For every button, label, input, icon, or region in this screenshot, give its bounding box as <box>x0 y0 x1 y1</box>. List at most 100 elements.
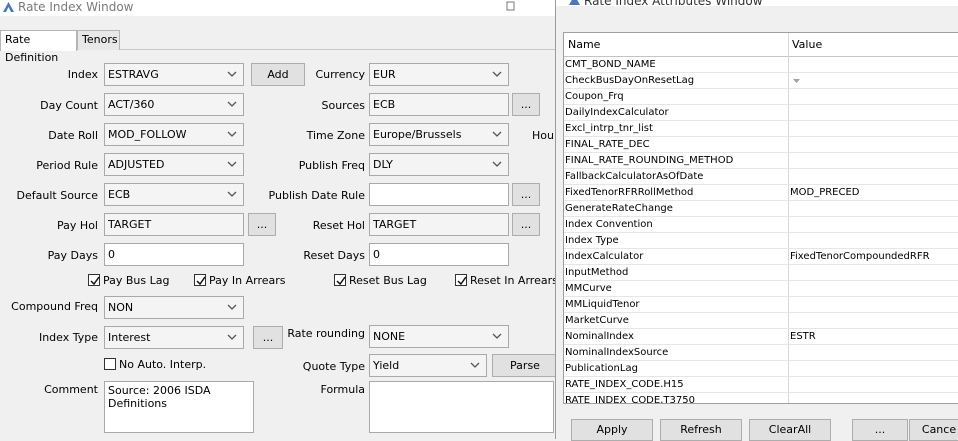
index-type-combo[interactable]: Interest <box>104 326 244 349</box>
table-row[interactable]: CMT_BOND_NAME <box>564 57 958 73</box>
pay-hol-value: TARGET <box>108 218 152 231</box>
tab-tenors[interactable]: Tenors <box>77 30 120 50</box>
default-source-label: Default Source <box>16 189 98 202</box>
pay-hol-field[interactable]: TARGET <box>104 213 244 236</box>
table-row[interactable]: CheckBusDayOnResetLag <box>564 73 958 89</box>
table-row[interactable]: IndexCalculator FixedTenorCompoundedRFR <box>564 249 958 265</box>
parse-button[interactable]: Parse <box>492 354 558 377</box>
table-row[interactable]: FixedTenorRFRRollMethod MOD_PRECED <box>564 185 958 201</box>
table-row[interactable]: PublicationLag <box>564 361 958 377</box>
index-combo[interactable]: ESTRAVG <box>104 63 244 86</box>
day-count-label: Day Count <box>40 99 98 112</box>
table-row[interactable]: DailyIndexCalculator <box>564 105 958 121</box>
reset-hol-label: Reset Hol <box>312 219 365 232</box>
chevron-down-icon <box>227 191 237 197</box>
pay-days-value: 0 <box>108 248 115 261</box>
default-source-combo[interactable]: ECB <box>104 183 244 206</box>
tab-rate-definition[interactable]: Rate Definition <box>0 30 77 64</box>
period-rule-label: Period Rule <box>36 159 98 172</box>
pay-in-arrears-checkbox[interactable]: Pay In Arrears <box>194 274 286 289</box>
pay-days-input[interactable]: 0 <box>104 243 244 266</box>
table-row[interactable]: FINAL_RATE_ROUNDING_METHOD <box>564 153 958 169</box>
column-header-name[interactable]: Name <box>568 38 600 51</box>
day-count-value: ACT/360 <box>108 98 155 111</box>
quote-type-combo[interactable]: Yield <box>369 354 487 377</box>
attribute-name-cell: MMCurve <box>565 283 612 294</box>
column-header-value[interactable]: Value <box>792 38 822 51</box>
sources-field[interactable]: ECB <box>369 93 509 116</box>
table-row[interactable]: MarketCurve <box>564 313 958 329</box>
table-row[interactable]: Index Type <box>564 233 958 249</box>
time-zone-combo[interactable]: Europe/Brussels <box>369 123 509 146</box>
dropdown-arrow-icon[interactable] <box>792 76 802 86</box>
table-row[interactable]: FallbackCalculatorAsOfDate <box>564 169 958 185</box>
table-row[interactable]: NominalIndex ESTR <box>564 329 958 345</box>
currency-combo[interactable]: EUR <box>369 63 509 86</box>
attribute-name-cell: MarketCurve <box>565 315 629 326</box>
chevron-down-icon <box>492 333 502 339</box>
rate-index-window: Rate Index Window Rate Definition Tenors… <box>0 0 560 439</box>
pay-hol-label: Pay Hol <box>57 219 98 232</box>
reset-hol-field[interactable]: TARGET <box>369 213 509 236</box>
attribute-name-cell: CMT_BOND_NAME <box>565 59 656 70</box>
reset-days-value: 0 <box>373 248 380 261</box>
refresh-button[interactable]: Refresh <box>660 419 742 441</box>
formula-textarea[interactable] <box>369 381 554 433</box>
clear-all-button[interactable]: ClearAll <box>749 419 831 441</box>
time-zone-label: Time Zone <box>306 129 365 142</box>
quote-type-label: Quote Type <box>302 360 365 373</box>
date-roll-combo[interactable]: MOD_FOLLOW <box>104 123 244 146</box>
attribute-value-cell[interactable]: ESTR <box>790 329 958 344</box>
chevron-down-icon <box>227 161 237 167</box>
sources-ellipsis-button[interactable]: ... <box>512 93 540 116</box>
compound-freq-combo[interactable]: NON <box>104 296 244 319</box>
index-value: ESTRAVG <box>108 68 159 81</box>
more-button[interactable]: ... <box>852 419 908 441</box>
table-row[interactable]: Coupon_Frq <box>564 89 958 105</box>
chevron-down-icon <box>492 131 502 137</box>
table-row[interactable]: Excl_intrp_tnr_list <box>564 121 958 137</box>
rate-rounding-combo[interactable]: NONE <box>369 325 509 348</box>
pay-bus-lag-checkbox[interactable]: Pay Bus Lag <box>88 274 169 289</box>
reset-days-input[interactable]: 0 <box>369 243 509 266</box>
table-row[interactable]: NominalIndexSource <box>564 345 958 361</box>
attribute-value-cell[interactable]: MOD_PRECED <box>790 185 958 200</box>
table-row[interactable]: Index Convention <box>564 217 958 233</box>
apply-button[interactable]: Apply <box>571 419 653 441</box>
reset-bus-lag-checkbox[interactable]: Reset Bus Lag <box>334 274 427 289</box>
rate-rounding-value: NONE <box>373 330 406 343</box>
table-row[interactable]: InputMethod <box>564 265 958 281</box>
reset-bus-lag-label: Reset Bus Lag <box>349 274 427 287</box>
reset-hol-ellipsis-button[interactable]: ... <box>512 213 540 236</box>
publish-freq-combo[interactable]: DLY <box>369 153 509 176</box>
minimize-icon[interactable] <box>504 0 516 12</box>
table-row[interactable]: MMLiquidTenor <box>564 297 958 313</box>
reset-hol-value: TARGET <box>373 218 417 231</box>
chevron-down-icon <box>227 101 237 107</box>
table-row[interactable]: RATE_INDEX_CODE.T3750 <box>564 393 958 403</box>
attributes-table[interactable]: Name Value CMT_BOND_NAME CheckBusDayOnRes… <box>563 32 958 404</box>
comment-textarea[interactable]: Source: 2006 ISDA Definitions <box>104 381 254 433</box>
table-row[interactable]: RATE_INDEX_CODE.H15 <box>564 377 958 393</box>
attribute-name-cell: Excl_intrp_tnr_list <box>565 123 653 134</box>
no-auto-interp-checkbox[interactable]: No Auto. Interp. <box>104 358 206 373</box>
attribute-name-cell: Coupon_Frq <box>565 91 624 102</box>
sources-value: ECB <box>373 98 396 111</box>
index-type-ellipsis-button[interactable]: ... <box>253 326 283 349</box>
attribute-name-cell: FixedTenorRFRRollMethod <box>565 187 694 198</box>
table-row[interactable]: GenerateRateChange <box>564 201 958 217</box>
checkbox-checked-icon <box>334 274 346 286</box>
publish-date-rule-ellipsis-button[interactable]: ... <box>512 183 540 206</box>
pay-in-arrears-label: Pay In Arrears <box>209 274 286 287</box>
day-count-combo[interactable]: ACT/360 <box>104 93 244 116</box>
period-rule-combo[interactable]: ADJUSTED <box>104 153 244 176</box>
reset-in-arrears-checkbox[interactable]: Reset In Arrears <box>455 274 558 289</box>
attribute-name-cell: MMLiquidTenor <box>565 299 640 310</box>
publish-date-rule-field[interactable] <box>369 183 509 206</box>
table-row[interactable]: FINAL_RATE_DEC <box>564 137 958 153</box>
attribute-value-cell[interactable]: FixedTenorCompoundedRFR <box>790 249 958 264</box>
cancel-button[interactable]: Cance <box>909 419 958 441</box>
table-row[interactable]: MMCurve <box>564 281 958 297</box>
pay-hol-ellipsis-button[interactable]: ... <box>248 213 276 236</box>
attribute-name-cell: CheckBusDayOnResetLag <box>565 75 695 86</box>
